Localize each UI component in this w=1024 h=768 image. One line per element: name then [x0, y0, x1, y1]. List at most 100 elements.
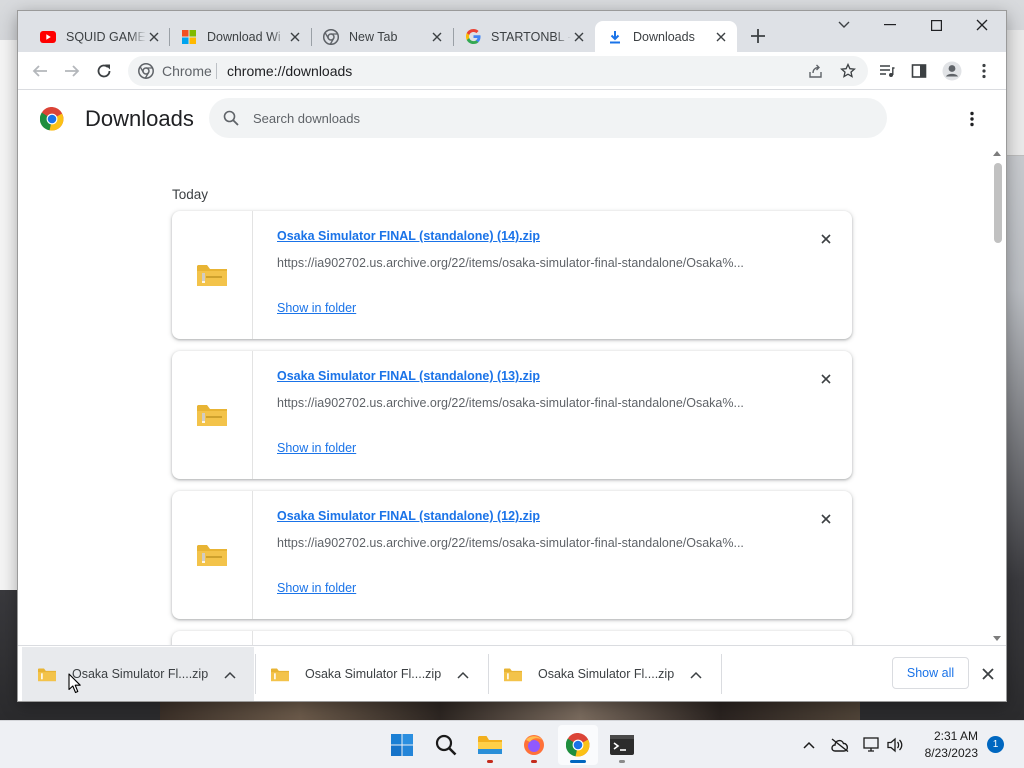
search-icon: [223, 110, 239, 126]
profile-button[interactable]: [938, 57, 966, 85]
terminal-icon: [610, 735, 634, 755]
tab-close-icon[interactable]: [146, 29, 162, 45]
taskbar-search-button[interactable]: [426, 725, 466, 765]
download-item: Osaka Simulator FINAL (standalone) (13).…: [172, 351, 852, 479]
tab-startonbl[interactable]: STARTONBL -: [453, 21, 595, 52]
notification-badge[interactable]: 1: [987, 736, 1004, 753]
download-file-link[interactable]: Osaka Simulator FINAL (standalone) (14).…: [277, 229, 540, 243]
queue-music-icon: [880, 65, 895, 77]
zip-folder-icon: [38, 668, 56, 682]
date-section-label: Today: [172, 187, 209, 202]
page-header: Downloads: [18, 91, 1006, 147]
share-button[interactable]: [802, 57, 830, 85]
download-source-url[interactable]: https://ia902702.us.archive.org/22/items…: [277, 396, 777, 410]
file-icon-column: [172, 211, 253, 339]
tab-close-icon[interactable]: [571, 29, 587, 45]
reading-list-button[interactable]: [873, 57, 901, 85]
download-source-url[interactable]: https://ia902702.us.archive.org/22/items…: [277, 256, 777, 270]
tab-title: STARTONBL -: [491, 29, 571, 44]
running-indicator: [619, 760, 625, 763]
downloads-page: Downloads Today Osaka Simulator FINAL (s…: [18, 91, 1006, 645]
remove-download-button[interactable]: [816, 509, 836, 529]
chrome-logo-icon: [39, 106, 64, 131]
chrome-app[interactable]: [558, 725, 598, 765]
page-title: Downloads: [85, 106, 194, 131]
tab-downloads[interactable]: Downloads: [595, 21, 737, 52]
bookmark-button[interactable]: [834, 57, 862, 85]
scroll-up-arrow-icon[interactable]: [993, 151, 1001, 156]
site-info-chip[interactable]: Chrome: [138, 63, 212, 79]
side-panel-button[interactable]: [905, 57, 933, 85]
scroll-down-arrow-icon[interactable]: [993, 636, 1001, 641]
shelf-item-name: Osaka Simulator Fl....zip: [538, 667, 675, 681]
shelf-download-item[interactable]: Osaka Simulator Fl....zip: [255, 647, 487, 701]
maximize-icon: [930, 19, 942, 31]
omnibox-divider: [216, 63, 217, 79]
tab-close-icon[interactable]: [713, 29, 729, 45]
chevron-up-icon[interactable]: [222, 667, 238, 683]
show-in-folder-link[interactable]: Show in folder: [277, 301, 356, 315]
tab-close-icon[interactable]: [429, 29, 445, 45]
shelf-download-item[interactable]: Osaka Simulator Fl....zip: [22, 647, 254, 701]
close-icon: [821, 234, 831, 244]
page-scrollbar[interactable]: [990, 149, 1006, 645]
volume-icon[interactable]: [885, 735, 905, 755]
show-in-folder-link[interactable]: Show in folder: [277, 581, 356, 595]
chrome-menu-button[interactable]: [970, 57, 998, 85]
arrow-right-icon: [65, 65, 80, 77]
background-window-right: [1006, 30, 1024, 156]
file-explorer-app[interactable]: [470, 725, 510, 765]
show-in-folder-link[interactable]: Show in folder: [277, 441, 356, 455]
tab-squid-game[interactable]: SQUID GAME: [28, 21, 170, 52]
url-text[interactable]: chrome://downloads: [227, 63, 352, 79]
reload-button[interactable]: [90, 57, 118, 85]
shelf-download-item[interactable]: Osaka Simulator Fl....zip: [488, 647, 720, 701]
plus-icon: [751, 29, 765, 43]
shelf-item-name: Osaka Simulator Fl....zip: [72, 667, 209, 681]
google-icon: [465, 29, 481, 45]
chevron-up-icon: [803, 741, 815, 749]
mouse-cursor-icon: [68, 673, 81, 694]
chrome-icon: [323, 28, 339, 45]
remove-download-button[interactable]: [816, 229, 836, 249]
tab-search-button[interactable]: [821, 11, 867, 39]
maximize-button[interactable]: [913, 11, 959, 39]
network-icon[interactable]: [862, 735, 882, 755]
clock-date[interactable]: 8/23/2023: [906, 746, 978, 760]
onedrive-offline-icon[interactable]: [830, 735, 850, 755]
page-menu-button[interactable]: [958, 107, 986, 131]
back-button[interactable]: [26, 57, 54, 85]
download-source-url[interactable]: https://ia902702.us.archive.org/22/items…: [277, 536, 777, 550]
browser-toolbar: Chrome chrome://downloads: [18, 52, 1006, 90]
download-item-partial: [172, 631, 852, 645]
show-all-button[interactable]: Show all: [892, 657, 969, 689]
tab-new-tab[interactable]: New Tab: [311, 21, 453, 52]
chevron-up-icon[interactable]: [455, 667, 471, 683]
close-icon: [976, 19, 988, 31]
file-icon-column: [172, 491, 253, 619]
start-button[interactable]: [382, 725, 422, 765]
chevron-down-icon: [838, 21, 850, 28]
show-hidden-icons-button[interactable]: [799, 735, 819, 755]
remove-download-button[interactable]: [816, 369, 836, 389]
address-bar[interactable]: Chrome chrome://downloads: [128, 56, 868, 86]
minimize-button[interactable]: [867, 11, 913, 39]
zip-folder-icon: [504, 668, 522, 682]
terminal-app[interactable]: [602, 725, 642, 765]
search-input[interactable]: [253, 108, 853, 128]
chevron-up-icon[interactable]: [688, 667, 704, 683]
download-file-link[interactable]: Osaka Simulator FINAL (standalone) (13).…: [277, 369, 540, 383]
new-tab-button[interactable]: [746, 24, 770, 48]
scrollbar-thumb[interactable]: [994, 163, 1002, 243]
forward-button[interactable]: [58, 57, 86, 85]
background-window-left: [0, 40, 20, 590]
tab-download-windows[interactable]: Download Wi: [169, 21, 311, 52]
firefox-app[interactable]: [514, 725, 554, 765]
close-window-button[interactable]: [959, 11, 1005, 39]
clock-time[interactable]: 2:31 AM: [906, 729, 978, 743]
taskbar: 2:31 AM 8/23/2023 1: [0, 720, 1024, 768]
close-shelf-button[interactable]: [978, 664, 998, 684]
download-file-link[interactable]: Osaka Simulator FINAL (standalone) (12).…: [277, 509, 540, 523]
tab-close-icon[interactable]: [287, 29, 303, 45]
search-box[interactable]: [209, 98, 887, 138]
